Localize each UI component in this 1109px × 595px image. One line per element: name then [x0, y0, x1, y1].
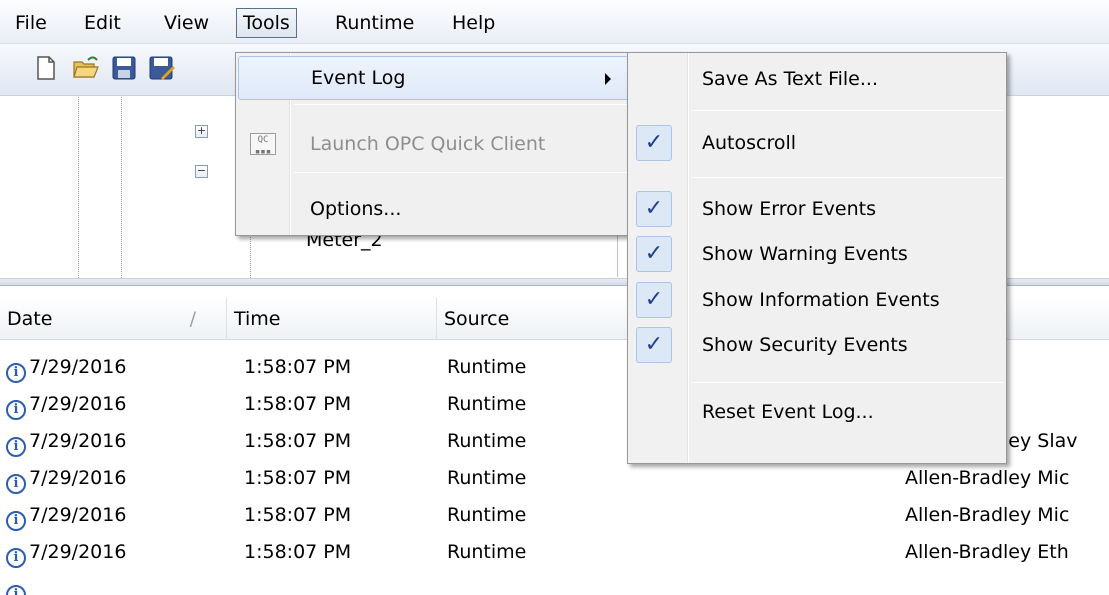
- menu-bar: File Edit View Tools Runtime Help: [0, 0, 1109, 44]
- date-text: 7/29/2016: [29, 430, 127, 452]
- new-file-icon[interactable]: [32, 54, 60, 82]
- menu-item-launch-opc[interactable]: QC ▪▪▪ Launch OPC Quick Client: [238, 122, 630, 166]
- time-cell: 1:58:07 PM: [244, 393, 352, 415]
- event-cell: Allen-Bradley Mic: [905, 467, 1070, 489]
- open-folder-icon[interactable]: [72, 54, 100, 82]
- event-cell: Allen-Bradley Eth: [905, 541, 1069, 563]
- menu-item-label: Options...: [310, 198, 402, 220]
- table-row[interactable]: i7/29/2016 1:58:07 PM Runtime Allen-Bradley…: [0, 497, 1109, 534]
- date-text: 7/29/2016: [29, 467, 127, 489]
- checkmark-icon: ✓: [636, 191, 672, 227]
- date-cell: i 7/29/2016: [0, 423, 126, 460]
- menu-item-label: Show Security Events: [702, 334, 908, 356]
- submenu-arrow-icon: [605, 73, 611, 85]
- info-icon: i: [6, 548, 26, 568]
- menu-item-label: Event Log: [311, 67, 406, 89]
- tree-guide-line: [78, 97, 79, 278]
- info-icon: i: [6, 585, 26, 595]
- collapse-icon[interactable]: −: [195, 165, 208, 178]
- checkmark-icon: ✓: [636, 327, 672, 363]
- event-cell: Allen-Bradley Mic: [905, 504, 1070, 526]
- menu-item-show-warning[interactable]: ✓ Show Warning Events: [630, 232, 1004, 276]
- menu-runtime[interactable]: Runtime: [329, 8, 420, 38]
- menu-tools[interactable]: Tools: [236, 8, 297, 38]
- event-log-submenu: Save As Text File... ✓ Autoscroll ✓ Show…: [627, 52, 1007, 464]
- date-text: 7/29/2016: [29, 504, 127, 526]
- menu-separator: [692, 382, 1003, 383]
- menu-separator: [692, 177, 1003, 178]
- info-icon: i: [6, 474, 26, 494]
- sort-indicator-icon: /: [189, 308, 196, 330]
- time-cell: 1:58:07 PM: [244, 356, 352, 378]
- checkmark-icon: ✓: [636, 236, 672, 272]
- date-cell: i 7/29/2016: [0, 497, 126, 534]
- column-label: Date: [7, 308, 53, 330]
- table-row[interactable]: i7/29/2016 1:58:07 PM Runtime Allen-Bradley…: [0, 534, 1109, 571]
- menu-separator: [294, 104, 629, 105]
- info-icon: i: [6, 363, 26, 383]
- menu-item-label: Show Warning Events: [702, 243, 908, 265]
- menu-item-label: Save As Text File...: [702, 68, 878, 90]
- menu-item-show-security[interactable]: ✓ Show Security Events: [630, 323, 1004, 367]
- menu-item-show-error[interactable]: ✓ Show Error Events: [630, 187, 1004, 231]
- menu-item-label: Show Information Events: [702, 289, 940, 311]
- time-cell: 1:58:07 PM: [244, 467, 352, 489]
- column-header-time[interactable]: Time: [227, 298, 437, 340]
- source-cell: Runtime: [447, 393, 527, 415]
- source-cell: Runtime: [447, 467, 527, 489]
- opc-client-icon: QC ▪▪▪: [250, 133, 276, 157]
- info-icon: i: [6, 400, 26, 420]
- menu-file[interactable]: File: [9, 8, 53, 38]
- tools-menu: Event Log QC ▪▪▪ Launch OPC Quick Client …: [235, 52, 633, 236]
- menu-view[interactable]: View: [158, 8, 215, 38]
- menu-item-show-information[interactable]: ✓ Show Information Events: [630, 278, 1004, 322]
- save-as-icon[interactable]: [147, 54, 175, 82]
- info-icon: i: [6, 437, 26, 457]
- date-text: 7/29/2016: [29, 541, 127, 563]
- menu-item-event-log[interactable]: Event Log: [238, 56, 630, 100]
- date-text: 7/29/2016: [29, 393, 127, 415]
- date-text: 7/29/2016: [29, 356, 127, 378]
- menu-item-save-as-text[interactable]: Save As Text File...: [630, 57, 1004, 101]
- menu-item-reset-event-log[interactable]: Reset Event Log...: [630, 390, 1004, 434]
- menu-item-autoscroll[interactable]: ✓ Autoscroll: [630, 121, 1004, 165]
- checkmark-icon: ✓: [636, 282, 672, 318]
- date-cell: i: [0, 571, 29, 595]
- menu-item-label: Launch OPC Quick Client: [310, 133, 546, 155]
- menu-item-label: Reset Event Log...: [702, 401, 874, 423]
- menu-help[interactable]: Help: [446, 8, 501, 38]
- menu-item-label: Show Error Events: [702, 198, 876, 220]
- table-row[interactable]: i: [0, 571, 1109, 595]
- time-cell: 1:58:07 PM: [244, 541, 352, 563]
- menu-item-options[interactable]: Options...: [238, 187, 630, 231]
- date-cell: i 7/29/2016: [0, 349, 126, 386]
- source-cell: Runtime: [447, 430, 527, 452]
- time-cell: 1:58:07 PM: [244, 504, 352, 526]
- menu-item-label: Autoscroll: [702, 132, 797, 154]
- column-header-date[interactable]: Date /: [0, 298, 227, 340]
- date-cell: i 7/29/2016: [0, 534, 126, 571]
- menu-separator: [692, 110, 1003, 111]
- source-cell: Runtime: [447, 541, 527, 563]
- table-row[interactable]: i7/29/2016 1:58:07 PM Runtime Allen-Bradley…: [0, 460, 1109, 497]
- info-icon: i: [6, 511, 26, 531]
- menu-separator: [294, 172, 629, 173]
- time-cell: 1:58:07 PM: [244, 430, 352, 452]
- save-icon[interactable]: [110, 54, 138, 82]
- date-cell: i 7/29/2016: [0, 460, 126, 497]
- menu-edit[interactable]: Edit: [78, 8, 127, 38]
- checkmark-icon: ✓: [636, 125, 672, 161]
- expand-icon[interactable]: +: [195, 125, 208, 138]
- tree-guide-line: [121, 97, 122, 278]
- source-cell: Runtime: [447, 504, 527, 526]
- source-cell: Runtime: [447, 356, 527, 378]
- date-cell: i 7/29/2016: [0, 386, 126, 423]
